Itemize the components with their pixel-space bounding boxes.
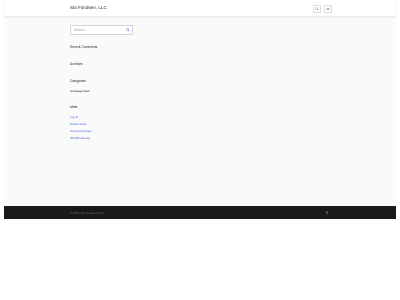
- site-footer: © 2024 Sia Fondsen, LLC: [4, 206, 396, 219]
- meta-link-log-in[interactable]: Log in: [70, 115, 78, 119]
- back-to-top-button[interactable]: [324, 210, 330, 215]
- site-title[interactable]: Sia Fondsen, LLC: [70, 5, 107, 10]
- header-menu-button[interactable]: [324, 5, 332, 13]
- meta-link-wordpress-org[interactable]: WordPress.org: [70, 136, 90, 140]
- search-submit-button[interactable]: [125, 28, 130, 33]
- search-icon: [125, 28, 130, 32]
- search-icon: [315, 7, 319, 11]
- category-uncategorized[interactable]: Uncategorized: [70, 89, 89, 93]
- search-input[interactable]: [72, 26, 122, 34]
- meta-heading: Meta: [70, 105, 78, 109]
- categories-heading: Categories: [70, 79, 86, 83]
- meta-link-entries-feed[interactable]: Entries feed: [70, 122, 86, 126]
- arrow-up-icon: [325, 210, 329, 215]
- site-header: Sia Fondsen, LLC: [4, 0, 396, 16]
- archives-heading: Archives: [70, 62, 83, 66]
- page-frame: Sia Fondsen, LLC Recent Comments Archive…: [4, 0, 396, 219]
- menu-icon: [326, 7, 330, 11]
- header-search-button[interactable]: [313, 5, 321, 13]
- copyright-text: © 2024 Sia Fondsen, LLC: [70, 211, 105, 215]
- search-form: [70, 25, 133, 35]
- recent-comments-heading: Recent Comments: [70, 45, 98, 49]
- meta-link-comments-feed[interactable]: Comments feed: [70, 129, 91, 133]
